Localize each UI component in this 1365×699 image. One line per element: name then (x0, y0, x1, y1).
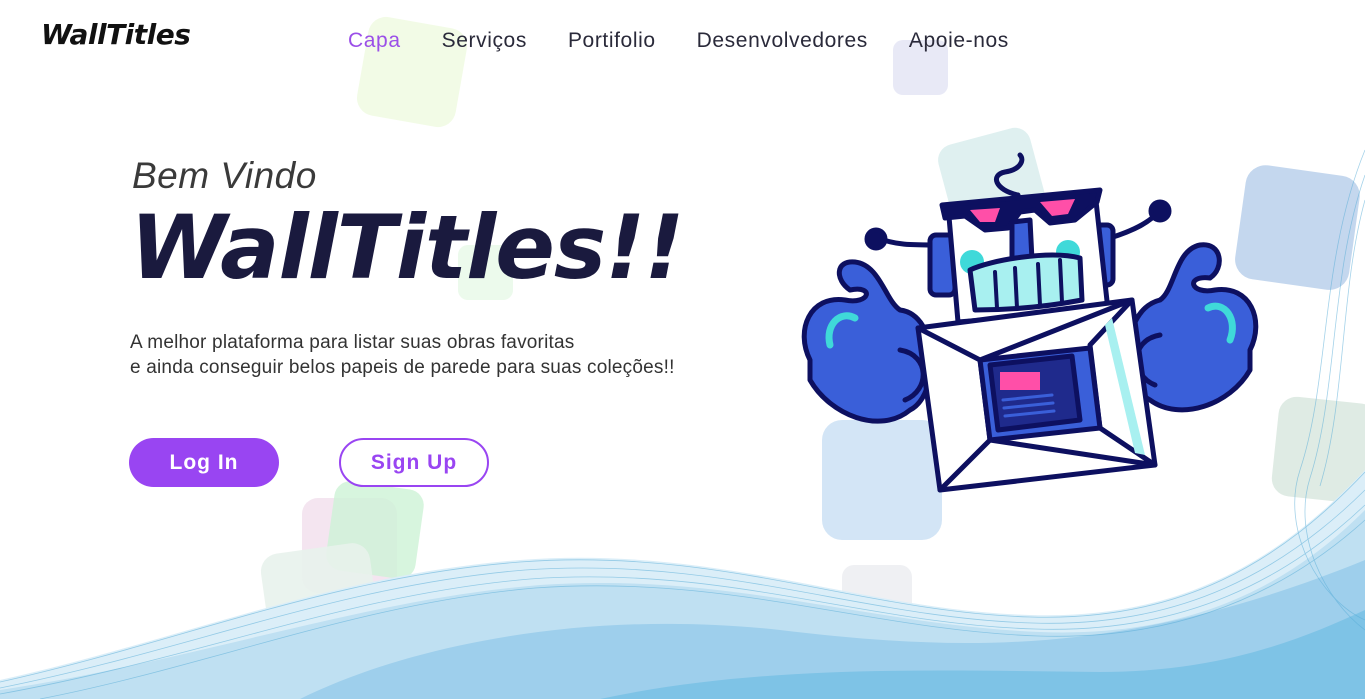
login-button[interactable]: Log In (129, 438, 279, 487)
nav-item-desenvolvedores[interactable]: Desenvolvedores (697, 29, 868, 53)
tagline-line-2: e ainda conseguir belos papeis de parede… (130, 357, 675, 378)
signup-button[interactable]: Sign Up (339, 438, 489, 487)
robot-thumbs-up-icon (801, 152, 1259, 493)
nav-item-servicos[interactable]: Serviços (442, 29, 527, 53)
nav-item-apoie-nos[interactable]: Apoie-nos (909, 29, 1009, 53)
tagline-line-1: A melhor plataforma para listar suas obr… (130, 332, 575, 353)
hero-tagline: A melhor plataforma para listar suas obr… (130, 330, 675, 380)
hero-headline: WallTitles!! (130, 196, 685, 299)
nav-item-capa[interactable]: Capa (348, 29, 401, 53)
main-nav: Capa Serviços Portifolio Desenvolvedores… (348, 29, 1050, 53)
nav-item-portifolio[interactable]: Portifolio (568, 29, 656, 53)
welcome-text: Bem Vindo (132, 155, 317, 196)
brand-logo[interactable]: WallTitles (41, 18, 191, 51)
